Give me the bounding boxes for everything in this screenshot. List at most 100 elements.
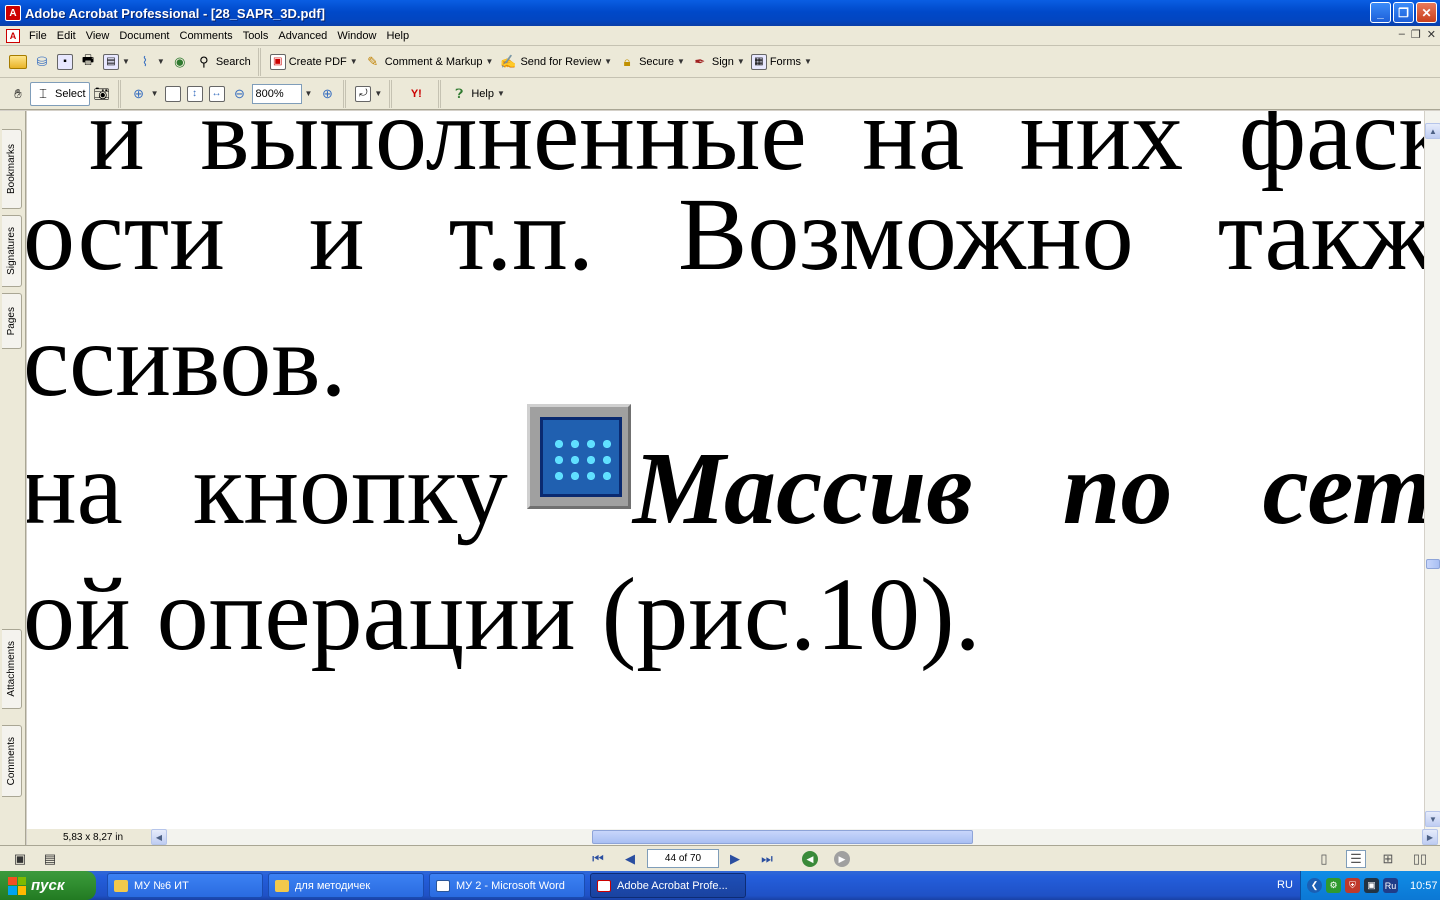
comment-markup-button[interactable]: ✎ Comment & Markup ▼ [361, 50, 497, 74]
save-button[interactable]: ▪ [54, 50, 76, 74]
menu-bar: A File Edit View Document Comments Tools… [0, 26, 1440, 46]
sign-button[interactable]: ✒ Sign ▼ [688, 50, 748, 74]
next-page-button[interactable]: ▶ [725, 850, 745, 868]
task-acrobat[interactable]: Adobe Acrobat Profe... [590, 873, 746, 898]
attach-button[interactable]: ⌇ ▼ [133, 50, 168, 74]
first-page-button[interactable]: ⏮ [588, 850, 608, 868]
organizer-button[interactable]: ⛁ [30, 50, 54, 74]
zoom-tool-button[interactable]: ⊕ ▼ [127, 82, 162, 106]
scroll-right-button[interactable]: ▶ [1422, 829, 1438, 845]
facing-button[interactable]: ⊞ [1378, 850, 1398, 868]
zoom-out-button[interactable]: ⊖ [228, 82, 252, 106]
zoom-input[interactable] [251, 83, 302, 104]
panel-toggle-button[interactable]: ▣ [10, 850, 30, 868]
send-review-button[interactable]: ✍ Send for Review ▼ [496, 50, 615, 74]
task-dlya-metodichek[interactable]: для методичек [268, 873, 424, 898]
rotate-view-button[interactable]: ⤾ ▼ [352, 82, 385, 106]
continuous-facing-button[interactable]: ▯▯ [1410, 850, 1430, 868]
doc-line-2: ости и т.п. Возможно такж [27, 177, 1424, 292]
single-page-button[interactable]: ▯ [1314, 850, 1334, 868]
chevron-down-icon: ▼ [150, 89, 159, 98]
zoom-out-icon: ⊖ [234, 85, 245, 101]
vertical-scroll-thumb[interactable] [1426, 559, 1440, 569]
zoom-dropdown-button[interactable]: ▼ [302, 82, 316, 106]
menu-window[interactable]: Window [332, 27, 381, 45]
first-page-icon: ⏮ [592, 851, 604, 866]
doc-line-5: ой операции (рис.10). [27, 557, 981, 672]
forward-arrow-icon: ▶ [838, 853, 846, 864]
zoom-in-button[interactable]: ⊕ [315, 82, 339, 106]
yahoo-search-button[interactable]: Y! [398, 82, 434, 106]
start-button[interactable]: пуск [0, 871, 96, 900]
pdf-document-icon[interactable]: A [6, 28, 20, 43]
open-folder-icon [9, 54, 27, 69]
language-indicator[interactable]: RU [1277, 871, 1293, 900]
previous-page-icon: ◀ [625, 851, 635, 866]
network-icon[interactable]: ⚙ [1326, 878, 1341, 893]
create-pdf-button[interactable]: ▣ Create PDF ▼ [267, 50, 361, 74]
menu-tools[interactable]: Tools [238, 27, 274, 45]
scroll-left-button[interactable]: ◀ [151, 829, 167, 845]
minimize-button[interactable]: _ [1370, 2, 1391, 23]
acrobat-icon: A [5, 5, 21, 21]
file-toolbar: ⛁ ▪ 🖶 ▤ ▼ ⌇ ▼ ◉ ⚲ Search ▣ Create PDF ▼ ✎ Comm… [0, 46, 1440, 78]
antivirus-shield-icon[interactable]: ⛨ [1345, 878, 1360, 893]
page-number-input[interactable]: 44 of 70 [647, 849, 719, 868]
menu-help[interactable]: Help [381, 27, 414, 45]
tab-bookmarks[interactable]: Bookmarks [2, 129, 22, 209]
select-tool-button[interactable]: ⌶ Select [30, 81, 90, 106]
monitor-icon[interactable]: ▣ [1364, 878, 1379, 893]
menu-comments[interactable]: Comments [175, 27, 238, 45]
options-button[interactable]: ▤ [40, 850, 60, 868]
menu-document[interactable]: Document [114, 27, 174, 45]
create-from-button[interactable]: ▤ ▼ [100, 50, 133, 74]
secure-label: Secure [639, 55, 674, 68]
facing-pages-icon: ⊞ [1382, 851, 1394, 866]
horizontal-scrollbar[interactable]: ◀ ▶ [151, 829, 1440, 845]
fit-width-button[interactable]: ↔ [206, 82, 228, 106]
scroll-up-button[interactable]: ▲ [1425, 123, 1440, 139]
open-button[interactable] [6, 50, 30, 74]
doc-close-button[interactable]: ✕ [1427, 28, 1436, 41]
menu-file[interactable]: File [24, 27, 52, 45]
menu-advanced[interactable]: Advanced [273, 27, 332, 45]
tab-signatures[interactable]: Signatures [2, 215, 22, 287]
restore-button[interactable]: ❐ [1393, 2, 1414, 23]
task-mu6-it[interactable]: МУ №6 ИТ [107, 873, 263, 898]
document-view[interactable]: и выполненные на них фаск ости и т.п. Во… [27, 111, 1424, 829]
close-button[interactable]: ✕ [1416, 2, 1437, 23]
forms-button[interactable]: ▦ Forms ▼ [748, 50, 815, 74]
doc-minimize-button[interactable]: – [1399, 28, 1405, 41]
doc-restore-button[interactable]: ❐ [1411, 28, 1421, 41]
last-page-button[interactable]: ⏭ [757, 850, 777, 868]
task-word[interactable]: МУ 2 - Microsoft Word [429, 873, 585, 898]
tab-pages[interactable]: Pages [2, 293, 22, 349]
search-button[interactable]: ⚲ Search [192, 50, 254, 74]
secure-button[interactable]: 🔒︎ Secure ▼ [615, 50, 688, 74]
hand-tool-button[interactable]: ✋︎ [6, 82, 30, 106]
print-button[interactable]: 🖶 [76, 50, 100, 74]
actual-size-button[interactable] [162, 82, 184, 106]
next-view-button[interactable]: ▶ [834, 851, 850, 867]
create-pdf-icon: ▣ [269, 53, 286, 70]
continuous-button[interactable]: ☰ [1346, 850, 1366, 868]
grid-array-button-icon [527, 404, 631, 509]
tab-attachments[interactable]: Attachments [2, 629, 22, 709]
tray-expand-icon[interactable]: ❮ [1307, 878, 1322, 893]
chevron-down-icon: ▼ [349, 57, 358, 66]
previous-view-button[interactable]: ◀ [802, 851, 818, 867]
horizontal-scroll-thumb[interactable] [592, 830, 973, 844]
snapshot-button[interactable]: 📷︎ [90, 82, 114, 106]
previous-page-button[interactable]: ◀ [620, 850, 640, 868]
email-button[interactable]: ◉ [168, 50, 192, 74]
vertical-scrollbar[interactable]: ▲ ▼ [1424, 111, 1440, 829]
menu-view[interactable]: View [81, 27, 115, 45]
scroll-down-button[interactable]: ▼ [1425, 811, 1440, 827]
input-language-tray[interactable]: Ru [1383, 878, 1398, 893]
panel-icon: ▣ [13, 851, 27, 866]
help-button[interactable]: ❓︎ Help ▼ [447, 82, 508, 106]
chevron-down-icon: ▼ [374, 89, 383, 98]
fit-page-button[interactable]: ↕ [184, 82, 206, 106]
menu-edit[interactable]: Edit [52, 27, 81, 45]
tab-comments[interactable]: Comments [2, 725, 22, 797]
